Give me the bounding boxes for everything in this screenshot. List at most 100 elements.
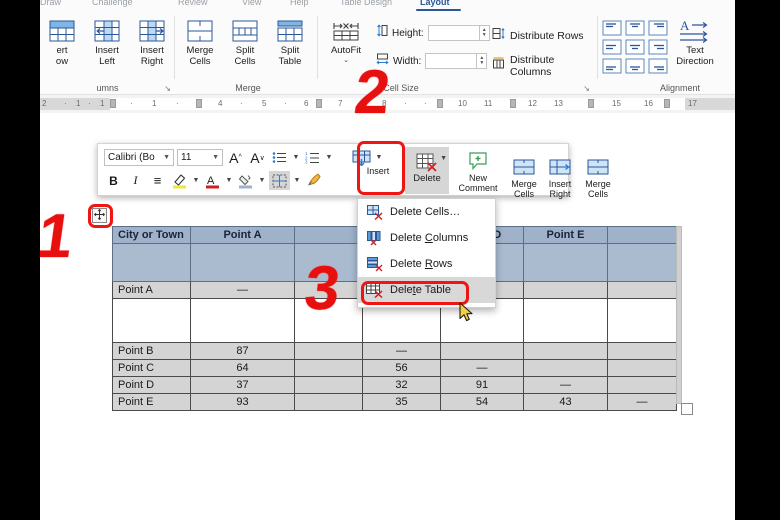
table-cell[interactable]: 91 xyxy=(440,376,524,394)
text-direction-button[interactable]: A Text Direction xyxy=(672,18,718,76)
table-cell[interactable] xyxy=(294,342,363,360)
table-cell[interactable] xyxy=(112,243,191,282)
table-cell[interactable] xyxy=(294,359,363,377)
menu-item-delete-rows[interactable]: Delete Rows xyxy=(358,251,495,277)
align-middle-left-icon[interactable] xyxy=(602,39,624,57)
tab-challenge[interactable]: Challenge xyxy=(92,0,133,8)
table-cell[interactable]: Point C xyxy=(112,359,191,377)
italic-button[interactable]: I xyxy=(126,171,145,190)
table-cell[interactable]: 43 xyxy=(523,393,608,411)
table-cell[interactable]: 37 xyxy=(190,376,295,394)
table-cell[interactable] xyxy=(607,243,677,282)
merge-cells-mini-button-2[interactable]: Merge Cells xyxy=(576,154,620,199)
distribute-columns-button[interactable]: Distribute Columns xyxy=(492,54,598,78)
column-width-input[interactable] xyxy=(425,53,478,69)
borders-chevron-down-icon[interactable]: ▼ xyxy=(293,177,301,184)
insert-left-button[interactable]: Insert Left xyxy=(85,18,129,76)
table-cell[interactable] xyxy=(190,243,295,282)
tab-help[interactable]: Help xyxy=(290,0,309,8)
menu-item-delete-cells[interactable]: Delete Cells… xyxy=(358,199,495,225)
font-color-chevron-down-icon[interactable]: ▼ xyxy=(225,177,233,184)
ruler-indent-marker-6[interactable] xyxy=(588,99,594,108)
font-color-button[interactable]: A xyxy=(203,171,222,190)
align-bottom-left-icon[interactable] xyxy=(602,58,624,76)
table-cell[interactable] xyxy=(607,359,677,377)
table-cell[interactable]: 93 xyxy=(190,393,295,411)
table-cell[interactable] xyxy=(523,359,608,377)
align-button[interactable]: ≡ xyxy=(148,171,167,190)
distribute-rows-button[interactable]: Distribute Rows xyxy=(492,27,584,45)
table-cell[interactable] xyxy=(112,298,191,343)
font-name-combo[interactable]: Calibri (Bo ▼ xyxy=(104,149,174,166)
new-comment-button[interactable]: New Comment xyxy=(456,148,500,193)
table-cell[interactable]: — xyxy=(607,393,677,411)
table-cell[interactable]: Point D xyxy=(112,376,191,394)
align-middle-center-icon[interactable] xyxy=(625,39,647,57)
table-header-cell[interactable]: City or Town xyxy=(112,226,191,244)
rows-columns-dialog-launcher[interactable]: ↘ xyxy=(164,84,171,93)
shrink-font-button[interactable]: A ∨ xyxy=(248,148,267,167)
table-cell[interactable]: 87 xyxy=(190,342,295,360)
column-width-spinner[interactable]: ▲ ▼ xyxy=(477,53,488,69)
bullets-chevron-down-icon[interactable]: ▼ xyxy=(292,154,300,161)
table-cell[interactable] xyxy=(607,281,677,299)
table-header-cell[interactable]: Point E xyxy=(523,226,608,244)
borders-button[interactable] xyxy=(269,171,290,190)
ruler-indent-marker-5[interactable] xyxy=(510,99,516,108)
ruler-indent-marker-7[interactable] xyxy=(664,99,670,108)
tab-review[interactable]: Review xyxy=(178,0,208,8)
table-column-edge-marker[interactable] xyxy=(676,226,682,404)
align-middle-right-icon[interactable] xyxy=(648,39,670,57)
tab-draw[interactable]: Draw xyxy=(40,0,61,8)
row-height-spinner[interactable]: ▲ ▼ xyxy=(479,25,490,41)
ruler-indent-marker-2[interactable] xyxy=(196,99,202,108)
ruler-indent-marker-1[interactable] xyxy=(110,99,116,108)
font-size-combo[interactable]: 11 ▼ xyxy=(177,149,223,166)
menu-item-delete-columns[interactable]: Delete Columns xyxy=(358,225,495,251)
horizontal-ruler[interactable]: 2 · 1 · 1 · 1 · 4 · 5 · 6 7 · 8 · · 10 1… xyxy=(0,95,780,113)
table-cell[interactable]: 64 xyxy=(190,359,295,377)
table-cell[interactable] xyxy=(607,342,677,360)
bullets-button[interactable] xyxy=(270,148,289,167)
numbering-chevron-down-icon[interactable]: ▼ xyxy=(325,154,333,161)
align-bottom-center-icon[interactable] xyxy=(625,58,647,76)
highlight-chevron-down-icon[interactable]: ▼ xyxy=(192,177,200,184)
ruler-indent-marker-4[interactable] xyxy=(437,99,443,108)
align-top-right-icon[interactable] xyxy=(648,20,670,38)
table-cell[interactable] xyxy=(523,342,608,360)
table-cell[interactable] xyxy=(190,298,295,343)
table-cell[interactable] xyxy=(523,243,608,282)
grow-font-button[interactable]: A ^ xyxy=(226,148,245,167)
table-cell[interactable]: — xyxy=(190,281,295,299)
table-cell[interactable]: 54 xyxy=(440,393,524,411)
tab-view[interactable]: View xyxy=(242,0,261,8)
table-cell[interactable] xyxy=(607,298,677,343)
table-cell[interactable] xyxy=(440,342,524,360)
table-cell[interactable]: Point A xyxy=(112,281,191,299)
shading-chevron-down-icon[interactable]: ▼ xyxy=(258,177,266,184)
table-cell[interactable] xyxy=(523,298,608,343)
table-header-cell[interactable] xyxy=(607,226,677,244)
insert-right-button[interactable]: Insert Right xyxy=(130,18,174,76)
tab-layout[interactable]: Layout xyxy=(420,0,450,8)
table-cell[interactable]: — xyxy=(362,342,441,360)
tab-table-design[interactable]: Table Design xyxy=(340,0,392,8)
ruler-indent-marker-3[interactable] xyxy=(316,99,322,108)
table-resize-handle[interactable] xyxy=(681,403,693,415)
table-cell[interactable] xyxy=(607,376,677,394)
font-name-chevron-down-icon[interactable]: ▼ xyxy=(160,154,173,161)
align-top-left-icon[interactable] xyxy=(602,20,624,38)
table-cell[interactable]: Point E xyxy=(112,393,191,411)
align-top-center-icon[interactable] xyxy=(625,20,647,38)
insert-above-button[interactable]: ert ow xyxy=(40,18,84,76)
font-size-chevron-down-icon[interactable]: ▼ xyxy=(209,154,222,161)
table-cell[interactable] xyxy=(294,376,363,394)
split-table-button[interactable]: Split Table xyxy=(268,18,312,76)
split-cells-button[interactable]: Split Cells xyxy=(223,18,267,76)
table-cell[interactable] xyxy=(294,393,363,411)
table-cell[interactable]: 35 xyxy=(362,393,441,411)
bold-button[interactable]: B xyxy=(104,171,123,190)
cell-size-dialog-launcher[interactable]: ↘ xyxy=(583,84,590,93)
table-cell[interactable] xyxy=(523,281,608,299)
table-cell[interactable]: — xyxy=(523,376,608,394)
